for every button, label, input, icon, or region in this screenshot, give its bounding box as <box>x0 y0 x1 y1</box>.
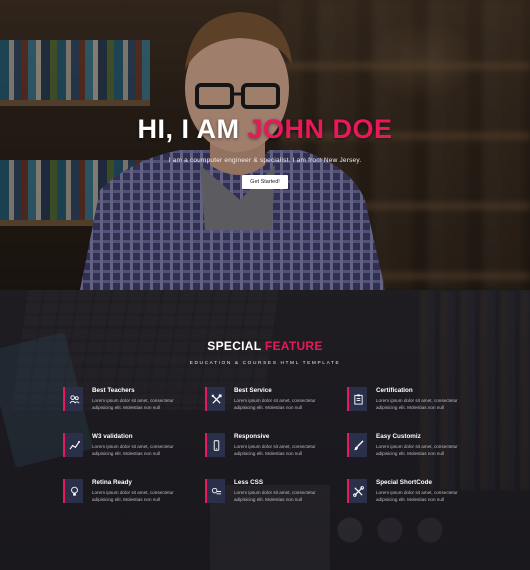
feature-card-responsive: Responsive Lorem ipsum dolor sit amet, c… <box>205 433 335 463</box>
mobile-icon <box>205 433 225 457</box>
certificate-icon <box>347 387 367 411</box>
feature-card-title: Special ShortCode <box>376 479 432 486</box>
brush-icon <box>347 433 367 457</box>
feature-card-title: Easy Customiz <box>376 433 421 440</box>
feature-card-title: Best Service <box>234 387 272 394</box>
feature-card-text: Lorem ipsum dolor sit amet, consectetur … <box>234 490 316 502</box>
feature-title: SPECIAL FEATURE <box>0 339 530 353</box>
feature-card-title: W3 validation <box>92 433 133 440</box>
bulb-icon <box>63 479 83 503</box>
feature-card-text: Lorem ipsum dolor sit amet, consectetur … <box>376 398 458 410</box>
feature-header: SPECIAL FEATURE EDUCATION & COURSES HTML… <box>0 339 530 366</box>
feature-card-text: Lorem ipsum dolor sit amet, consectetur … <box>234 444 316 456</box>
feature-card-text: Lorem ipsum dolor sit amet, consectetur … <box>92 398 174 410</box>
feature-card-text: Lorem ipsum dolor sit amet, consectetur … <box>92 490 174 502</box>
feature-card-certification: Certification Lorem ipsum dolor sit amet… <box>347 387 477 417</box>
hero-title-name: JOHN DOE <box>247 114 393 144</box>
code-icon <box>205 479 225 503</box>
feature-dark-overlay <box>0 290 530 570</box>
tools-icon <box>205 387 225 411</box>
feature-card-title: Responsive <box>234 433 270 440</box>
feature-card-title: Certification <box>376 387 413 394</box>
feature-card-w3-validation: W3 validation Lorem ipsum dolor sit amet… <box>63 433 193 463</box>
people-icon <box>63 387 83 411</box>
feature-card-text: Lorem ipsum dolor sit amet, consectetur … <box>376 444 458 456</box>
feature-card-title: Retina Ready <box>92 479 132 486</box>
feature-card-less-css: Less CSS Lorem ipsum dolor sit amet, con… <box>205 479 335 509</box>
chart-icon <box>63 433 83 457</box>
hero-subtitle: I am a coumputer engineer & specialist. … <box>168 157 362 164</box>
feature-card-text: Lorem ipsum dolor sit amet, consectetur … <box>234 398 316 410</box>
feature-card-title: Less CSS <box>234 479 264 486</box>
feature-card-title: Best Teachers <box>92 387 135 394</box>
hero-title-prefix: HI, I AM <box>137 114 248 144</box>
get-started-button[interactable]: Get Started! <box>242 175 288 189</box>
feature-card-text: Lorem ipsum dolor sit amet, consectetur … <box>376 490 458 502</box>
hero-title: HI, I AM JOHN DOE <box>0 114 530 145</box>
wrench-icon <box>347 479 367 503</box>
feature-card-best-teachers: Best Teachers Lorem ipsum dolor sit amet… <box>63 387 193 417</box>
feature-card-special-shortcode: Special ShortCode Lorem ipsum dolor sit … <box>347 479 477 509</box>
feature-card-retina-ready: Retina Ready Lorem ipsum dolor sit amet,… <box>63 479 193 509</box>
special-feature-section: SPECIAL FEATURE EDUCATION & COURSES HTML… <box>0 290 530 570</box>
feature-subtitle: EDUCATION & COURSES HTML TEMPLATE <box>189 361 341 366</box>
feature-title-accent: FEATURE <box>264 339 323 353</box>
feature-card-best-service: Best Service Lorem ipsum dolor sit amet,… <box>205 387 335 417</box>
hero-section: HI, I AM JOHN DOE I am a coumputer engin… <box>0 0 530 290</box>
feature-title-prefix: SPECIAL <box>207 339 265 353</box>
feature-card-easy-customiz: Easy Customiz Lorem ipsum dolor sit amet… <box>347 433 477 463</box>
feature-card-text: Lorem ipsum dolor sit amet, consectetur … <box>92 444 174 456</box>
hero-content: HI, I AM JOHN DOE I am a coumputer engin… <box>0 114 530 189</box>
